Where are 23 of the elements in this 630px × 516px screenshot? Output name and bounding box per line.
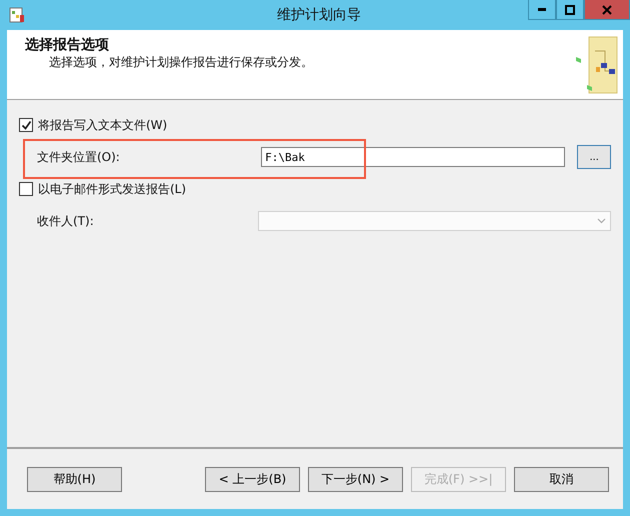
minimize-button[interactable] — [528, 0, 556, 20]
close-icon — [602, 4, 612, 14]
field-label: 收件人(T): — [36, 212, 95, 230]
close-button[interactable] — [584, 0, 630, 20]
window-title: 维护计划向导 — [276, 6, 362, 24]
checkbox[interactable] — [19, 182, 33, 196]
field-label: 文件夹位置(O): — [36, 148, 121, 166]
checkbox-label: 将报告写入文本文件(W) — [38, 116, 168, 134]
minimize-icon — [538, 8, 546, 11]
wizard-button[interactable]: 取消 — [514, 466, 609, 492]
folder-field[interactable]: F:\Bak — [261, 147, 566, 167]
page-subtitle: 选择选项，对维护计划操作报告进行保存或分发。 — [48, 54, 313, 71]
maximize-icon — [565, 4, 575, 14]
diagram-icon — [575, 34, 619, 94]
wizard-button[interactable]: 下一步(N) > — [308, 466, 403, 492]
checkbox[interactable] — [19, 118, 33, 132]
maximize-button[interactable] — [556, 0, 584, 20]
wizard-button[interactable]: 帮助(H) — [27, 466, 122, 492]
browse-button[interactable]: ... — [577, 145, 611, 169]
page-title: 选择报告选项 — [25, 36, 110, 54]
checkbox-label: 以电子邮件形式发送报告(L) — [38, 180, 186, 198]
wizard-icon — [9, 7, 25, 23]
wizard-button[interactable]: < 上一步(B) — [205, 466, 300, 492]
